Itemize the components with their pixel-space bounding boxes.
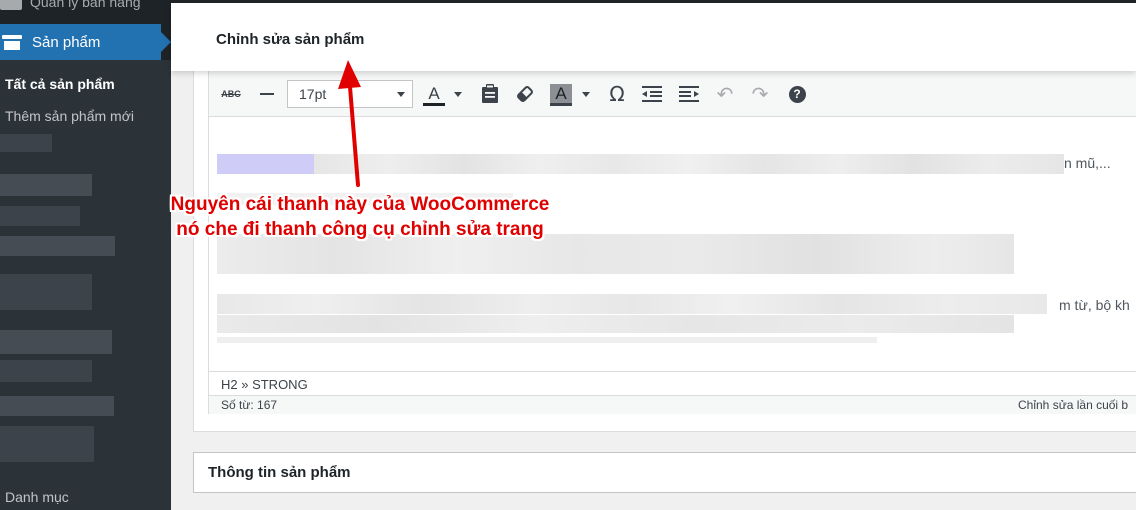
horizontal-line-button[interactable] xyxy=(257,83,277,105)
sidebar-item-label: Sản phẩm xyxy=(32,33,101,51)
submenu-item-all-products[interactable]: Tất cả sản phẩm xyxy=(5,76,115,92)
redacted-menu-item xyxy=(0,396,114,416)
sidebar-item-products[interactable]: Sản phẩm xyxy=(0,24,171,60)
store-icon xyxy=(0,0,22,10)
clear-formatting-button[interactable] xyxy=(514,83,536,105)
special-character-button[interactable]: Ω xyxy=(606,82,628,106)
redacted-text xyxy=(217,337,877,343)
page-title: Chỉnh sửa sản phẩm xyxy=(216,31,365,48)
redacted-text xyxy=(217,315,1014,333)
redacted-text xyxy=(314,154,1064,174)
postbox-title: Thông tin sản phẩm xyxy=(208,464,351,481)
horizontal-line-icon xyxy=(260,93,274,95)
sidebar-item-sales[interactable]: Quản lý bán hàng xyxy=(0,0,171,14)
redacted-menu-item xyxy=(0,134,52,152)
paste-text-button[interactable] xyxy=(479,83,501,105)
submenu-item-categories[interactable]: Danh mục xyxy=(5,489,69,505)
background-color-button[interactable]: A xyxy=(549,83,573,106)
content-fragment: n mũ,... xyxy=(1064,155,1111,171)
content-fragment: m từ, bộ kh xyxy=(1059,297,1130,313)
product-data-postbox[interactable]: Thông tin sản phẩm xyxy=(193,452,1136,493)
undo-icon: ↶ xyxy=(716,83,734,106)
redacted-menu-item xyxy=(0,174,92,196)
word-count: Số từ: 167 xyxy=(221,398,278,412)
annotation-arrow xyxy=(338,60,361,187)
indent-button[interactable] xyxy=(678,83,700,105)
woocommerce-header-bar: Chỉnh sửa sản phẩm xyxy=(171,0,1136,71)
help-icon: ? xyxy=(788,85,806,103)
undo-button[interactable]: ↶ xyxy=(714,83,736,106)
submenu-item-add-new[interactable]: Thêm sản phẩm mới xyxy=(5,108,134,124)
annotation-line: nó che đi thanh công cụ chỉnh sửa trang xyxy=(176,219,544,240)
admin-sidebar: Quản lý bán hàng Sản phẩm Tất cả sản phẩ… xyxy=(0,0,171,510)
text-color-button[interactable]: A xyxy=(423,83,445,106)
redacted-menu-item xyxy=(0,426,94,462)
eraser-icon xyxy=(517,86,533,102)
redacted-menu-item xyxy=(0,206,80,226)
chevron-down-icon xyxy=(397,92,405,97)
keyboard-shortcuts-button[interactable]: ? xyxy=(786,83,808,105)
chevron-down-icon xyxy=(454,91,462,97)
redacted-menu-item xyxy=(0,274,92,310)
indent-icon xyxy=(679,86,699,102)
background-color-dropdown[interactable] xyxy=(580,83,592,105)
annotation-line: Nguyên cái thanh này của WooCommerce xyxy=(170,194,550,215)
products-submenu: Tất cả sản phẩm Thêm sản phẩm mới Danh m… xyxy=(0,60,171,510)
redacted-text xyxy=(217,154,314,174)
editor-status-bar: Số từ: 167 Chỉnh sửa lần cuối b xyxy=(209,395,1136,414)
text-color-icon: A xyxy=(423,84,445,106)
redo-button[interactable]: ↷ xyxy=(749,83,771,106)
redacted-menu-item xyxy=(0,330,112,354)
redacted-text xyxy=(217,294,1047,314)
text-color-dropdown[interactable] xyxy=(452,83,464,105)
outdent-icon xyxy=(642,86,662,102)
element-path: H2 » STRONG xyxy=(209,371,1136,395)
background-color-icon: A xyxy=(550,84,572,106)
redacted-menu-item xyxy=(0,236,115,256)
redacted-menu-item xyxy=(0,360,92,382)
strikethrough-button[interactable]: ABC xyxy=(219,83,243,105)
outdent-button[interactable] xyxy=(641,83,663,105)
clipboard-icon xyxy=(482,84,498,103)
annotation-text: Nguyên cái thanh này của WooCommerce nó … xyxy=(135,192,585,242)
archive-icon xyxy=(2,34,22,50)
last-edited: Chỉnh sửa lần cuối b xyxy=(1018,398,1129,412)
sidebar-item-label: Quản lý bán hàng xyxy=(30,0,141,10)
redo-icon: ↷ xyxy=(751,83,769,106)
chevron-down-icon xyxy=(582,91,590,97)
